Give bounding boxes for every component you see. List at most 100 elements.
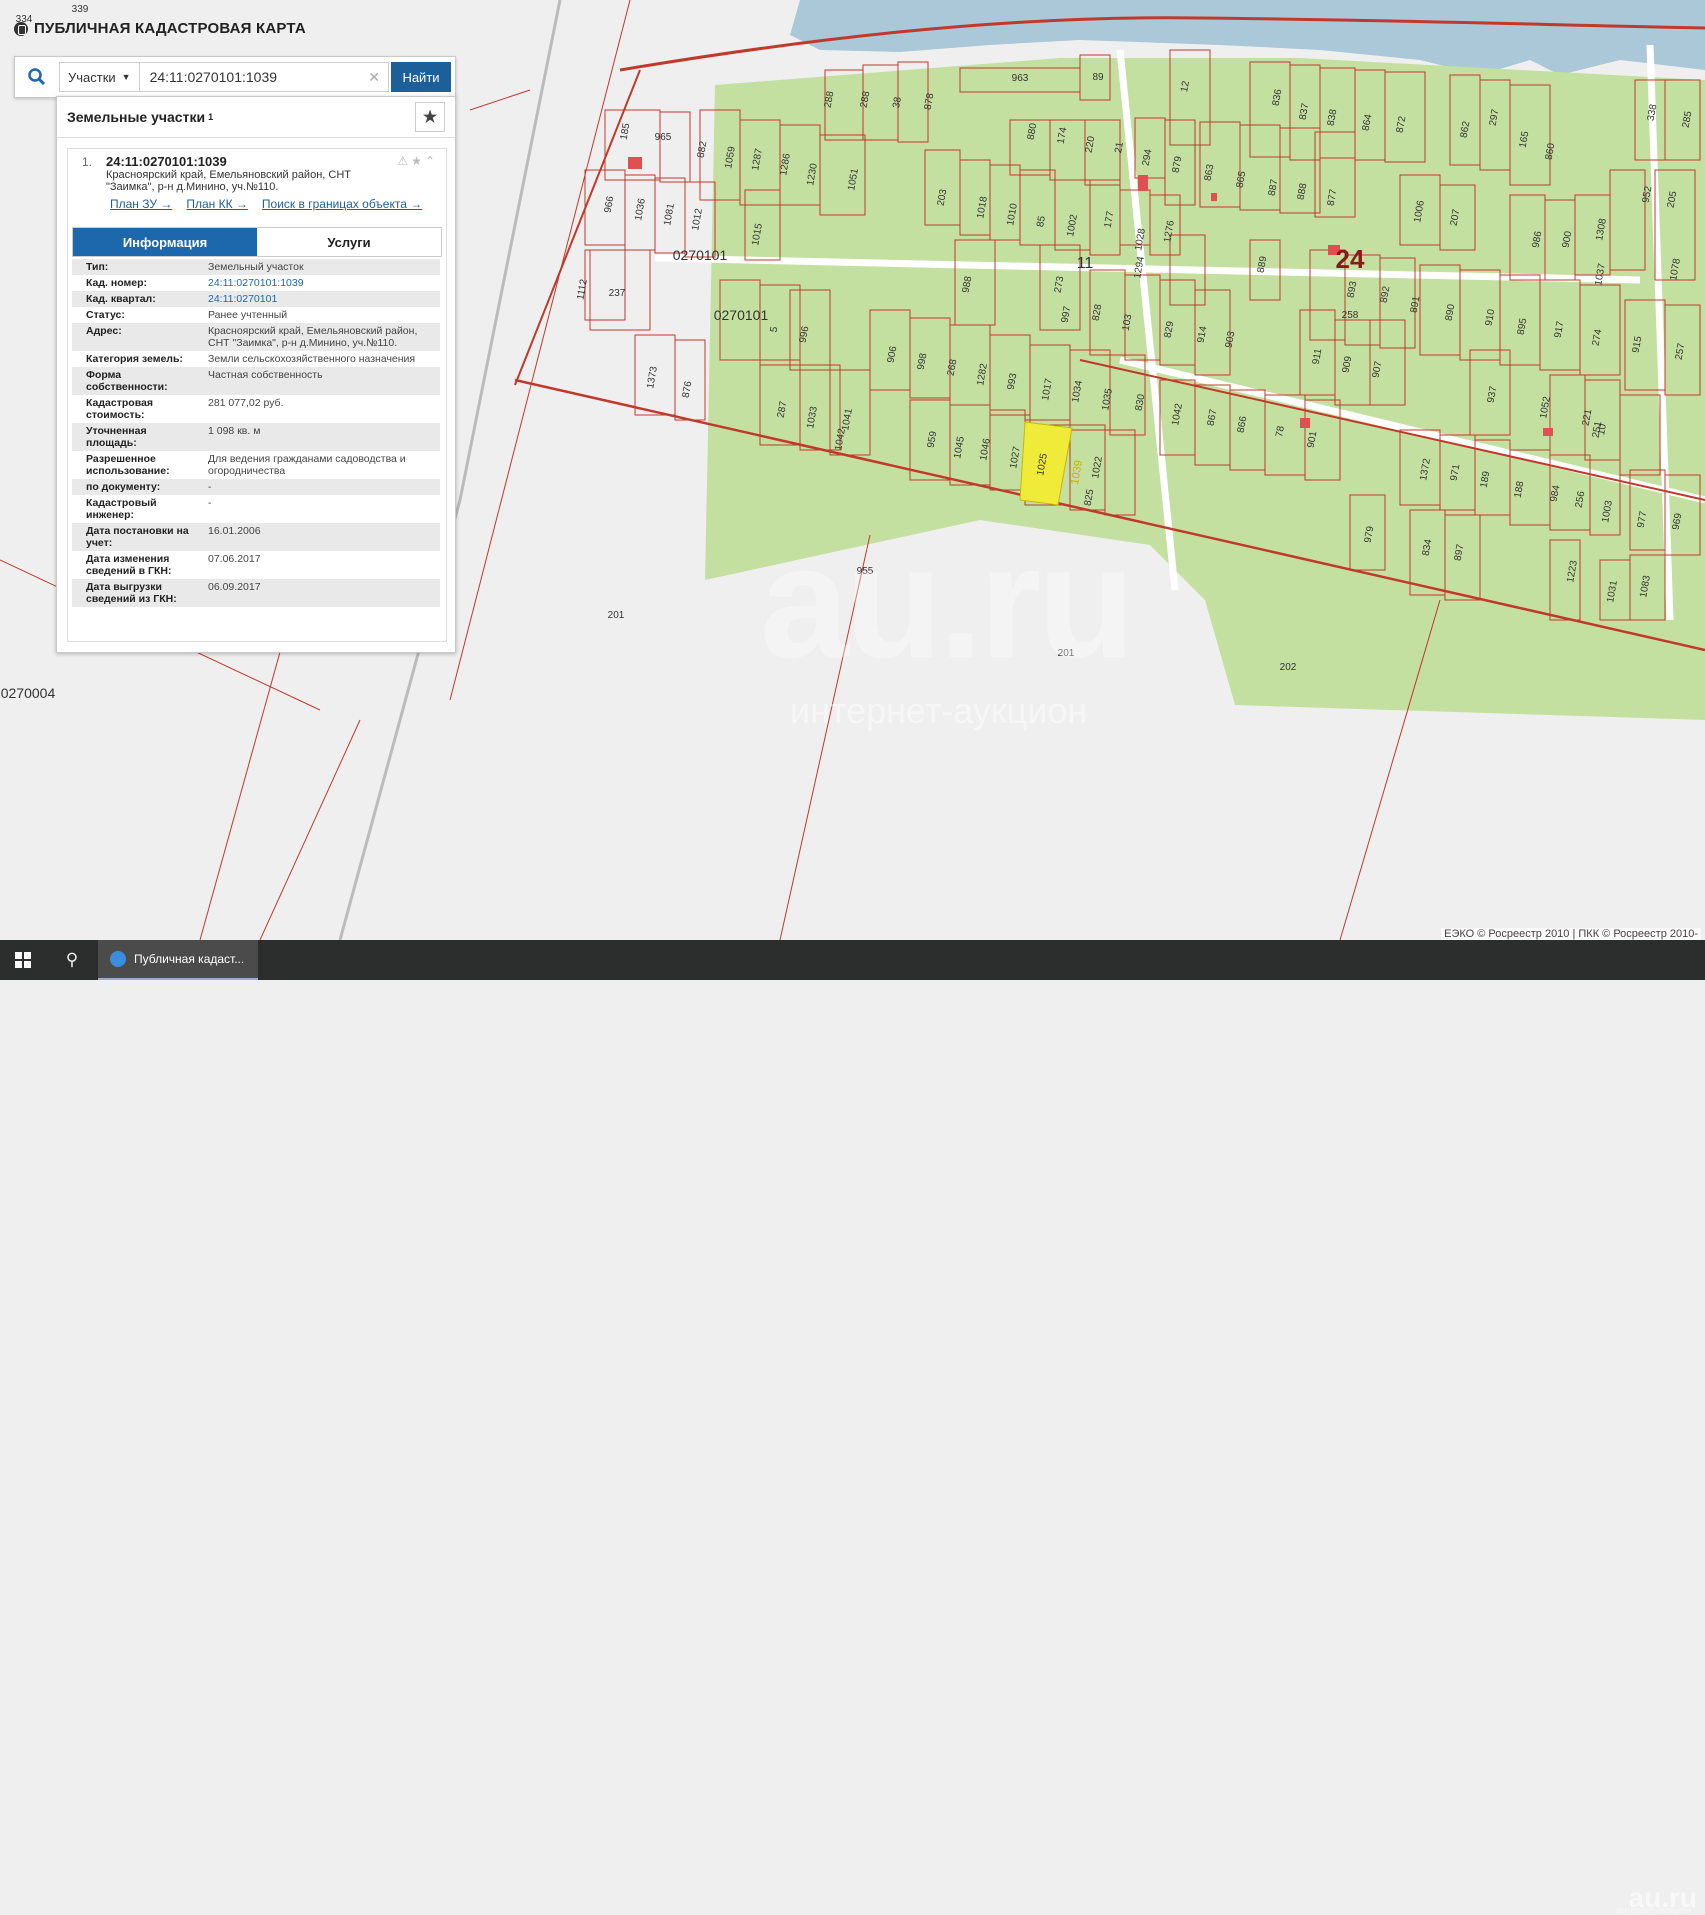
info-key: Дата изменения сведений в ГКН: bbox=[86, 553, 172, 577]
info-value: - bbox=[204, 479, 440, 495]
info-key: по документу: bbox=[72, 479, 204, 495]
info-value: Частная собственность bbox=[204, 367, 440, 395]
info-value: Земли сельскохозяйственного назначения bbox=[208, 353, 416, 365]
info-key: Адрес: bbox=[72, 323, 204, 351]
taskbar: ⚲ Публичная кадаст... au.ru интернет-аук… bbox=[0, 940, 1705, 1915]
info-value[interactable]: 24:11:0270101 bbox=[204, 291, 440, 307]
info-value: Красноярский край, Емельяновский район, … bbox=[204, 323, 440, 351]
watermark-logo: au.ru bbox=[760, 512, 1135, 691]
search-icon[interactable] bbox=[15, 57, 59, 97]
map-label: 965 bbox=[655, 132, 672, 143]
info-value: Для ведения гражданами садоводства и ого… bbox=[208, 453, 406, 477]
map-label: 966 bbox=[603, 195, 617, 214]
plan-kk-link[interactable]: План КК → bbox=[186, 197, 248, 211]
search-input[interactable]: 24:11:0270101:1039 ✕ bbox=[139, 62, 389, 92]
info-table: Тип: Земельный участок Кад. номер: 24:11:02… bbox=[72, 259, 440, 607]
taskbar-search-icon[interactable]: ⚲ bbox=[50, 940, 94, 980]
info-row: Форма собственности: Частная собственност… bbox=[72, 367, 440, 395]
info-key: Кад. квартал: bbox=[72, 291, 204, 307]
map-label: 1081 bbox=[662, 202, 677, 226]
map-label: 339 bbox=[72, 4, 89, 15]
info-key: Тип: bbox=[72, 259, 204, 275]
app-title-text: ПУБЛИЧНАЯ КАДАСТРОВАЯ КАРТА bbox=[34, 20, 306, 37]
info-key: Статус: bbox=[86, 309, 125, 321]
info-key: Разрешенное использование: bbox=[86, 453, 170, 477]
map-label: 24 bbox=[1336, 244, 1365, 274]
info-row: Кад. квартал: 24:11:0270101 bbox=[72, 291, 440, 307]
search-input-value: 24:11:0270101:1039 bbox=[149, 69, 278, 85]
map-label: 89 bbox=[1092, 72, 1104, 83]
map-label: 258 bbox=[1342, 310, 1359, 321]
result-summary[interactable]: 1. 24:11:0270101:1039 Красноярский край,… bbox=[68, 149, 446, 227]
info-value: 07.06.2017 bbox=[208, 553, 261, 565]
map-label: 201 bbox=[608, 610, 625, 621]
map-label: 876 bbox=[681, 380, 695, 399]
plan-zu-link[interactable]: План ЗУ → bbox=[110, 197, 172, 211]
app-logo-icon bbox=[14, 21, 28, 36]
map-label: 11 bbox=[1077, 255, 1094, 272]
panel-count: 1 bbox=[208, 112, 214, 122]
map-label: 0270101 bbox=[714, 307, 769, 323]
info-row: по документу: - bbox=[72, 479, 440, 495]
info-value: 16.01.2006 bbox=[204, 523, 440, 551]
taskbar-app-ie[interactable]: Публичная кадаст... bbox=[98, 940, 258, 980]
info-value: Земельный участок bbox=[204, 259, 440, 275]
map-label: 0270004 bbox=[1, 685, 56, 701]
info-key: Дата постановки на учет: bbox=[72, 523, 204, 551]
map-label: 882 bbox=[696, 140, 710, 159]
info-value: - bbox=[208, 497, 212, 509]
info-value: 06.09.2017 bbox=[204, 579, 440, 607]
info-key: Кадастровая стоимость: bbox=[86, 397, 153, 421]
result-index: 1. bbox=[82, 155, 93, 169]
info-row: Дата постановки на учет: 16.01.2006 bbox=[72, 523, 440, 551]
map-label: 202 bbox=[1280, 662, 1297, 673]
info-value: Ранее учтенный bbox=[208, 309, 288, 321]
info-value: 281 077,02 руб. bbox=[208, 397, 284, 409]
info-row: Кадастровый инженер: - bbox=[72, 495, 440, 523]
favorite-star-icon[interactable]: ★ bbox=[415, 102, 445, 132]
map-label: 1012 bbox=[690, 207, 705, 231]
info-key: Дата выгрузки сведений из ГКН: bbox=[72, 579, 204, 607]
panel-header: Земельные участки 1 ★ bbox=[57, 97, 455, 138]
info-row: Дата изменения сведений в ГКН: 07.06.2017 bbox=[72, 551, 440, 579]
corner-watermark-sub: интернет-аукцион bbox=[1616, 1905, 1691, 1915]
info-value: 1 098 кв. м bbox=[204, 423, 440, 451]
info-key: Категория земель: bbox=[86, 353, 183, 365]
watermark-subtitle: интернет-аукцион bbox=[790, 690, 1088, 731]
result-action-icons[interactable]: ⚠★⌃ bbox=[397, 154, 438, 168]
result-address: Красноярский край, Емельяновский район, … bbox=[106, 169, 351, 193]
tab-information[interactable]: Информация bbox=[73, 228, 257, 256]
map-label: 963 bbox=[1012, 73, 1029, 84]
info-row: Кад. номер: 24:11:0270101:1039 bbox=[72, 275, 440, 291]
panel-title: Земельные участки bbox=[67, 109, 206, 125]
info-key: Кадастровый инженер: bbox=[86, 497, 157, 521]
map-label: 1373 bbox=[645, 365, 660, 389]
taskbar-app-label: Публичная кадаст... bbox=[134, 952, 245, 966]
map-attribution: ЕЭКО © Росреестр 2010 | ПКК © Росреестр … bbox=[1441, 928, 1701, 940]
search-bar: Участки ▼ 24:11:0270101:1039 ✕ Найти bbox=[14, 56, 456, 98]
info-key: Кад. номер: bbox=[86, 277, 148, 289]
info-key: Уточненная площадь: bbox=[72, 423, 204, 451]
map-label: 237 bbox=[609, 288, 626, 299]
info-row: Разрешенное использование: Для ведения гр… bbox=[72, 451, 440, 479]
tab-services[interactable]: Услуги bbox=[257, 228, 441, 256]
result-card: 1. 24:11:0270101:1039 Красноярский край,… bbox=[67, 148, 447, 642]
clear-icon[interactable]: ✕ bbox=[368, 69, 380, 86]
info-key: Форма собственности: bbox=[72, 367, 204, 395]
map-label: 199 bbox=[0, 0, 9, 3]
info-row: Статус: Ранее учтенный bbox=[72, 307, 440, 323]
result-cadnum: 24:11:0270101:1039 bbox=[106, 154, 227, 169]
windows-start-icon[interactable] bbox=[0, 940, 46, 980]
info-value[interactable]: 24:11:0270101:1039 bbox=[204, 275, 440, 291]
info-tabs: Информация Услуги bbox=[72, 227, 442, 257]
map-label: 185 bbox=[619, 122, 633, 141]
info-row: Тип: Земельный участок bbox=[72, 259, 440, 275]
search-in-bounds-link[interactable]: Поиск в границах объекта → bbox=[262, 197, 422, 211]
map-label: 0270101 bbox=[673, 247, 728, 263]
category-select[interactable]: Участки ▼ bbox=[59, 62, 140, 92]
chevron-down-icon: ▼ bbox=[121, 72, 131, 82]
search-button[interactable]: Найти bbox=[391, 62, 451, 92]
info-row: Дата выгрузки сведений из ГКН: 06.09.2017 bbox=[72, 579, 440, 607]
result-links: План ЗУ → План КК → Поиск в границах объ… bbox=[110, 197, 422, 211]
app-title: ПУБЛИЧНАЯ КАДАСТРОВАЯ КАРТА bbox=[14, 20, 306, 37]
